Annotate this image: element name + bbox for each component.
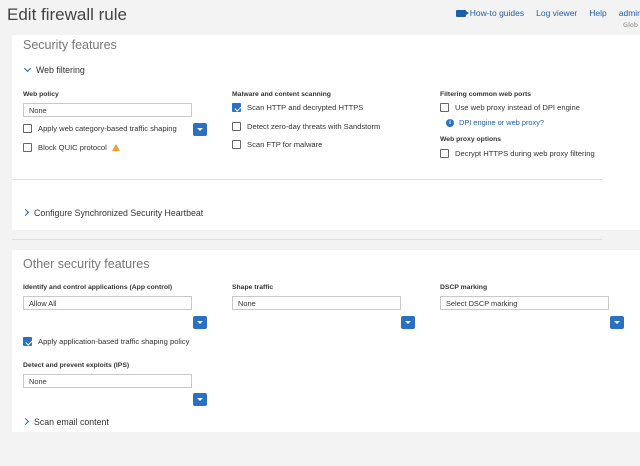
chevron-right-icon [21,417,30,426]
malware-scanning-label: Malware and content scanning [232,91,331,98]
ips-label: Detect and prevent exploits (IPS) [23,362,130,369]
user-sub-label: Glob [623,21,638,29]
checkbox-checked [23,337,32,346]
heartbeat-panel: Configure Synchronized Security Heartbea… [12,205,640,230]
ips-dropdown-button[interactable] [193,393,207,406]
help-link[interactable]: Help [589,8,606,18]
divider [12,179,602,180]
filtering-web-ports-label: Filtering common web ports [440,91,532,98]
zero-day-checkbox[interactable]: Detect zero-day threats with Sandstorm [232,122,380,131]
shape-traffic-select[interactable]: None [232,296,401,310]
page-title: Edit firewall rule [7,5,127,24]
app-control-select[interactable]: Allow All [23,296,192,310]
web-policy-select[interactable]: None [23,103,192,117]
apply-app-shaping-checkbox[interactable]: Apply application-based traffic shaping … [23,337,189,346]
checkbox-checked [232,103,241,112]
video-icon [455,9,469,17]
checkbox [23,143,32,152]
web-filtering-toggle[interactable]: Web filtering [23,64,85,75]
dscp-marking-select[interactable]: Select DSCP marking [440,296,609,310]
app-control-label: Identify and control applications (App c… [23,284,173,291]
other-security-panel: Other security features Identify and con… [12,250,640,432]
heartbeat-toggle[interactable]: Configure Synchronized Security Heartbea… [21,208,203,218]
shape-traffic-dropdown-button[interactable] [401,316,415,329]
top-links: How-to guides Log viewer Help admir [455,8,640,18]
dpi-or-proxy-link[interactable]: i DPI engine or web proxy? [446,118,544,127]
log-viewer-link[interactable]: Log viewer [536,8,577,18]
web-proxy-options-label: Web proxy options [440,136,502,143]
checkbox [23,124,32,133]
use-web-proxy-checkbox[interactable]: Use web proxy instead of DPI engine [440,103,580,112]
scan-ftp-checkbox[interactable]: Scan FTP for malware [232,140,322,149]
apply-web-shaping-checkbox[interactable]: Apply web category-based traffic shaping [23,124,177,133]
checkbox [232,122,241,131]
chevron-down-icon [23,64,32,73]
scan-email-toggle[interactable]: Scan email content [21,417,109,427]
security-features-panel: Security features Web filtering Web poli… [12,35,640,205]
info-icon: i [446,118,454,127]
checkbox [440,103,449,112]
dscp-marking-dropdown-button[interactable] [610,316,624,329]
app-control-dropdown-button[interactable] [193,316,207,329]
block-quic-checkbox[interactable]: Block QUIC protocol [23,143,120,152]
dscp-marking-label: DSCP marking [440,284,488,291]
divider [12,239,602,240]
security-features-title: Security features [23,38,117,52]
warning-icon [111,144,120,151]
web-policy-dropdown-button[interactable] [193,123,207,136]
checkbox [232,140,241,149]
checkbox [440,149,449,158]
user-menu[interactable]: admir [619,8,640,18]
decrypt-https-checkbox[interactable]: Decrypt HTTPS during web proxy filtering [440,149,595,158]
shape-traffic-label: Shape traffic [232,284,274,291]
web-policy-label: Web policy [23,91,59,98]
top-bar: Edit firewall rule How-to guides Log vie… [0,0,640,34]
ips-select[interactable]: None [23,374,192,388]
how-to-guides-link[interactable]: How-to guides [455,8,524,18]
scan-http-checkbox[interactable]: Scan HTTP and decrypted HTTPS [232,103,363,112]
chevron-right-icon [21,208,30,217]
other-security-title: Other security features [23,257,150,271]
